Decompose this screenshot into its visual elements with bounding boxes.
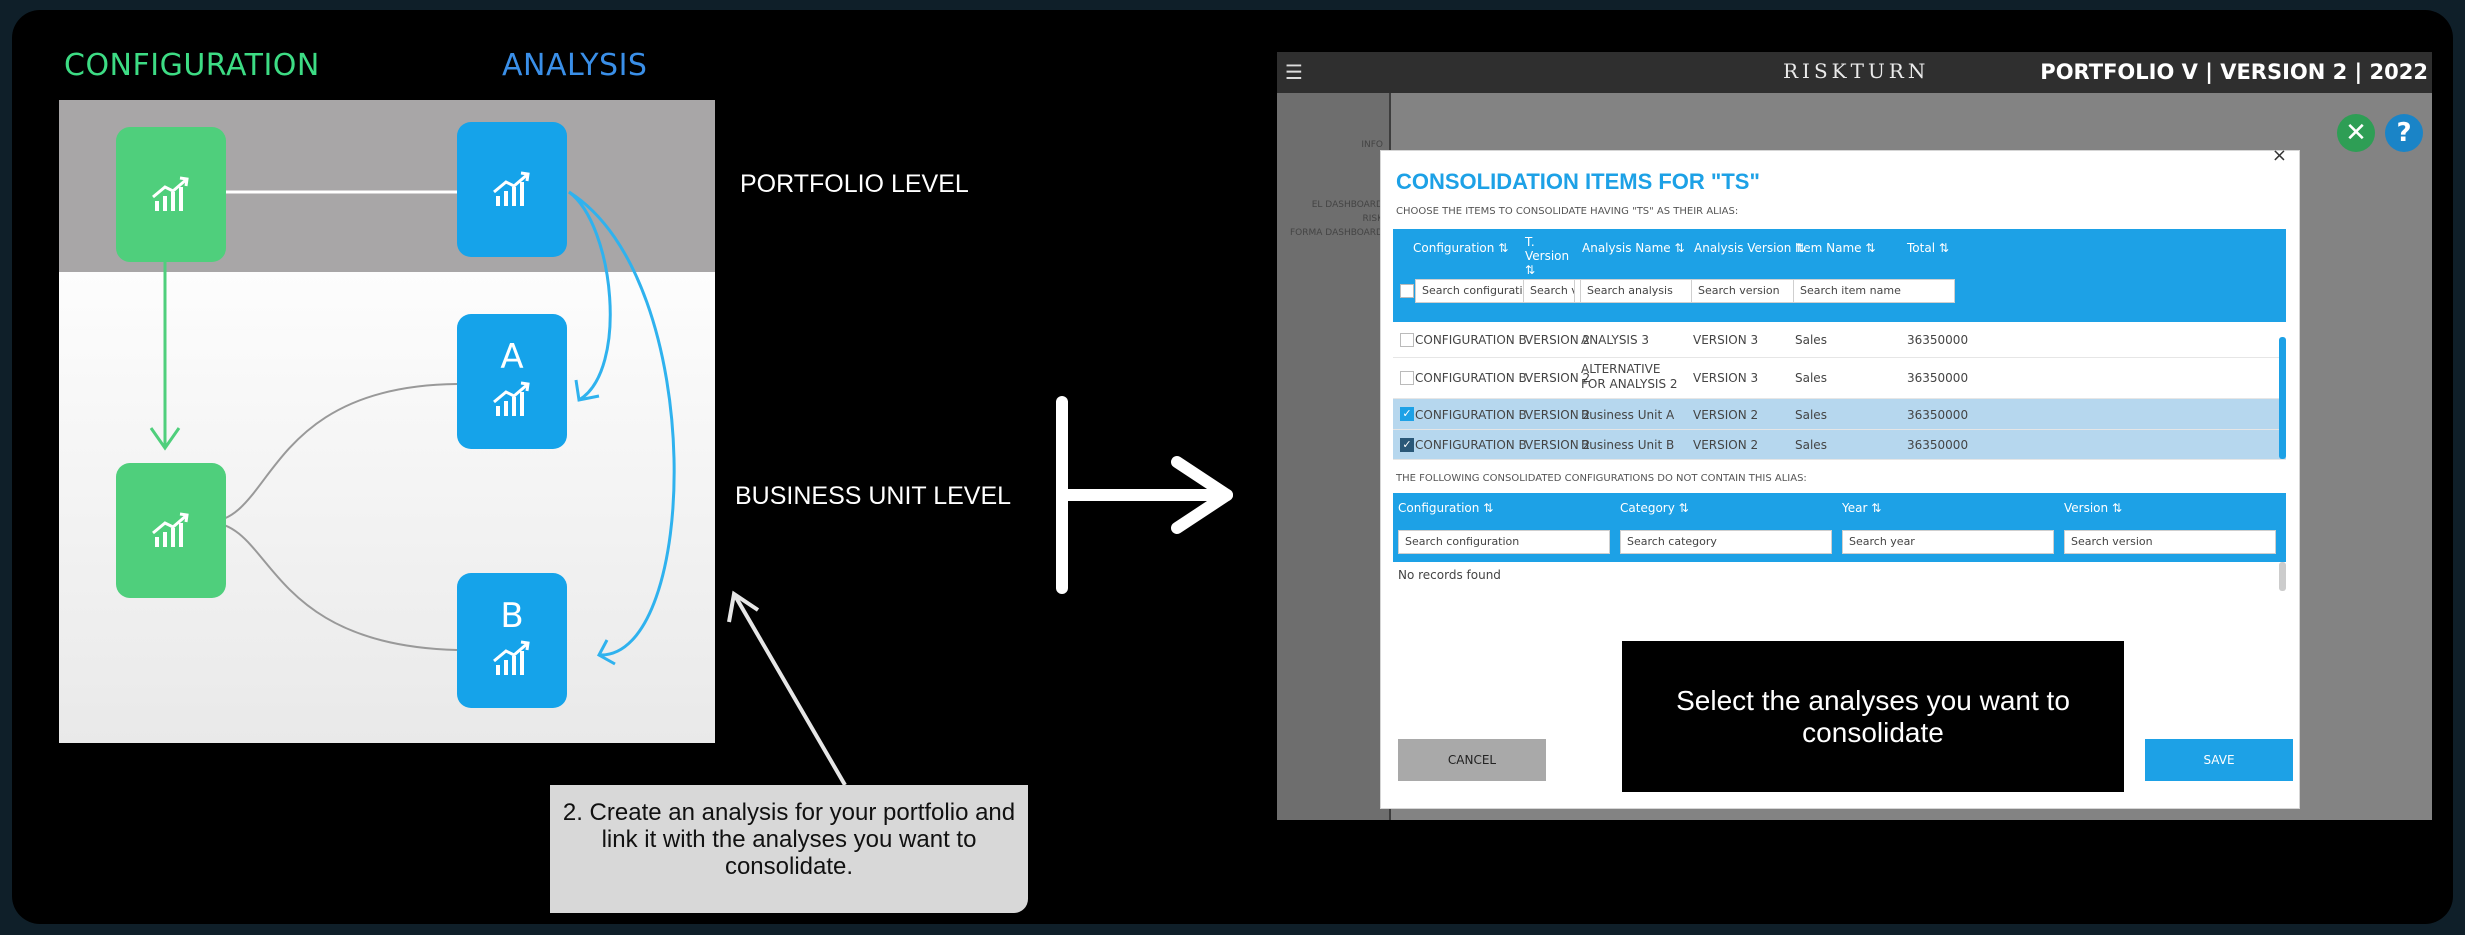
col-analysis-name[interactable]: Analysis Name ⇅ bbox=[1582, 241, 1685, 255]
chart-growth-icon bbox=[493, 171, 530, 206]
cell-analysis-version: VERSION 2 bbox=[1693, 408, 1759, 422]
row-checkbox-checked[interactable]: ✓ bbox=[1400, 438, 1414, 452]
search-item-name-input[interactable]: Search item name bbox=[1793, 279, 1955, 303]
search2-year-input[interactable]: Search year bbox=[1842, 530, 2054, 554]
col-analysis-version[interactable]: Analysis Version ⇅ bbox=[1694, 241, 1805, 255]
search-t-version-input[interactable]: Search ver bbox=[1523, 279, 1575, 303]
cell-total: 36350000 bbox=[1907, 371, 1969, 385]
tile-a-letter: A bbox=[500, 336, 524, 377]
video-frame: CONFIGURATION ANALYSIS A B PORTFOLIO LEV… bbox=[12, 10, 2453, 924]
second-subtitle: THE FOLLOWING CONSOLIDATED CONFIGURATION… bbox=[1396, 473, 1807, 484]
col-configuration[interactable]: Configuration ⇅ bbox=[1413, 241, 1508, 255]
tools-icon[interactable]: ✕ bbox=[2337, 114, 2375, 152]
sidebar-item-forma-dashboard[interactable]: FORMA DASHBOARD bbox=[1290, 228, 1383, 238]
cell-analysis-name: Business Unit A bbox=[1581, 408, 1675, 422]
analysis-b-tile: B bbox=[457, 573, 567, 708]
select-all-checkbox[interactable] bbox=[1400, 284, 1414, 298]
brand-logo: RISKTURN bbox=[1783, 59, 1930, 83]
cell-analysis-name: ALTERNATIVE FOR ANALYSIS 2 bbox=[1581, 362, 1678, 391]
right-arrow-icon bbox=[1056, 396, 1233, 594]
row-checkbox-checked[interactable]: ✓ bbox=[1400, 407, 1414, 421]
search2-category-input[interactable]: Search category bbox=[1620, 530, 1832, 554]
col2-version[interactable]: Version ⇅ bbox=[2064, 501, 2122, 515]
analysis-a-tile: A bbox=[457, 314, 567, 449]
cell-configuration: CONFIGURATION B bbox=[1415, 408, 1527, 422]
video-caption: Select the analyses you want to consolid… bbox=[1622, 641, 2124, 792]
items-table: Configuration ⇅ T. Version ⇅ Analysis Na… bbox=[1393, 229, 2286, 460]
chart-growth-icon bbox=[152, 512, 189, 547]
modal-subtitle: CHOOSE THE ITEMS TO CONSOLIDATE HAVING "… bbox=[1396, 206, 1739, 217]
portfolio-version-title: PORTFOLIO V | VERSION 2 | 2022 bbox=[2040, 60, 2428, 84]
cell-configuration: CONFIGURATION B bbox=[1415, 371, 1527, 385]
pointer-arrow-icon bbox=[727, 590, 847, 787]
items-table-scrollbar[interactable] bbox=[2279, 337, 2286, 459]
cell-analysis-version: VERSION 3 bbox=[1693, 371, 1759, 385]
cell-item-name: Sales bbox=[1795, 408, 1827, 422]
app-topbar: ☰ RISKTURN PORTFOLIO V | VERSION 2 | 202… bbox=[1277, 52, 2432, 93]
app-sidebar: INFO EL DASHBOARD RISK FORMA DASHBOARD bbox=[1277, 93, 1391, 820]
row-checkbox[interactable] bbox=[1400, 333, 1414, 347]
col-item-name[interactable]: Item Name ⇅ bbox=[1795, 241, 1875, 255]
help-icon[interactable]: ? bbox=[2385, 114, 2423, 152]
cell-configuration: CONFIGURATION B bbox=[1415, 438, 1527, 452]
step-callout: 2. Create an analysis for your portfolio… bbox=[550, 785, 1028, 913]
cell-analysis-version: VERSION 2 bbox=[1693, 438, 1759, 452]
configurations-table-scrollbar[interactable] bbox=[2279, 562, 2286, 591]
chart-growth-icon bbox=[493, 381, 530, 416]
cell-total: 36350000 bbox=[1907, 438, 1969, 452]
cell-item-name: Sales bbox=[1795, 371, 1827, 385]
sidebar-item-info[interactable]: INFO bbox=[1361, 140, 1383, 150]
configurations-table-header: Configuration ⇅ Category ⇅ Year ⇅ Versio… bbox=[1393, 493, 2286, 562]
configurations-table: Configuration ⇅ Category ⇅ Year ⇅ Versio… bbox=[1393, 493, 2286, 591]
business-unit-level-label: BUSINESS UNIT LEVEL bbox=[735, 482, 1012, 510]
chart-growth-icon bbox=[493, 640, 530, 675]
analysis-header: ANALYSIS bbox=[502, 48, 648, 83]
table-row[interactable]: ✓ CONFIGURATION B VERSION 2 Business Uni… bbox=[1393, 430, 2286, 460]
cancel-button[interactable]: CANCEL bbox=[1398, 739, 1546, 781]
chart-growth-icon bbox=[152, 176, 189, 211]
row-checkbox[interactable] bbox=[1400, 371, 1414, 385]
cell-analysis-name: Business Unit B bbox=[1581, 438, 1675, 452]
configuration-header: CONFIGURATION bbox=[64, 48, 320, 83]
configuration-business-unit-tile bbox=[116, 463, 226, 598]
cell-item-name: Sales bbox=[1795, 333, 1827, 347]
cell-analysis-name: ANALYSIS 3 bbox=[1581, 333, 1650, 347]
analysis-portfolio-tile bbox=[457, 122, 567, 257]
col2-category[interactable]: Category ⇅ bbox=[1620, 501, 1689, 515]
save-button[interactable]: SAVE bbox=[2145, 739, 2293, 781]
col-t-version[interactable]: T. Version ⇅ bbox=[1525, 235, 1575, 277]
table-row[interactable]: CONFIGURATION B VERSION 2 ANALYSIS 3 VER… bbox=[1393, 322, 2286, 358]
search2-configuration-input[interactable]: Search configuration bbox=[1398, 530, 1610, 554]
portfolio-level-label: PORTFOLIO LEVEL bbox=[740, 170, 969, 198]
tile-b-letter: B bbox=[500, 595, 524, 636]
cell-configuration: CONFIGURATION B bbox=[1415, 333, 1527, 347]
menu-icon[interactable]: ☰ bbox=[1285, 60, 1303, 84]
modal-title: CONSOLIDATION ITEMS FOR "TS" bbox=[1396, 169, 1760, 194]
cell-total: 36350000 bbox=[1907, 333, 1969, 347]
table-row[interactable]: CONFIGURATION B VERSION 2 ALTERNATIVE FO… bbox=[1393, 358, 2286, 399]
col2-configuration[interactable]: Configuration ⇅ bbox=[1398, 501, 1493, 515]
cell-item-name: Sales bbox=[1795, 438, 1827, 452]
close-icon[interactable]: × bbox=[2272, 145, 2287, 166]
cell-total: 36350000 bbox=[1907, 408, 1969, 422]
col2-year[interactable]: Year ⇅ bbox=[1842, 501, 1881, 515]
sidebar-item-dashboard[interactable]: EL DASHBOARD bbox=[1312, 200, 1383, 210]
items-table-header: Configuration ⇅ T. Version ⇅ Analysis Na… bbox=[1393, 229, 2286, 322]
empty-message: No records found bbox=[1398, 568, 1501, 582]
structure-diagram: A B bbox=[59, 100, 715, 743]
configuration-portfolio-tile bbox=[116, 127, 226, 262]
col-total[interactable]: Total ⇅ bbox=[1907, 241, 1949, 255]
search2-version-input[interactable]: Search version bbox=[2064, 530, 2276, 554]
table-row[interactable]: ✓ CONFIGURATION B VERSION 2 Business Uni… bbox=[1393, 399, 2286, 430]
cell-analysis-version: VERSION 3 bbox=[1693, 333, 1759, 347]
